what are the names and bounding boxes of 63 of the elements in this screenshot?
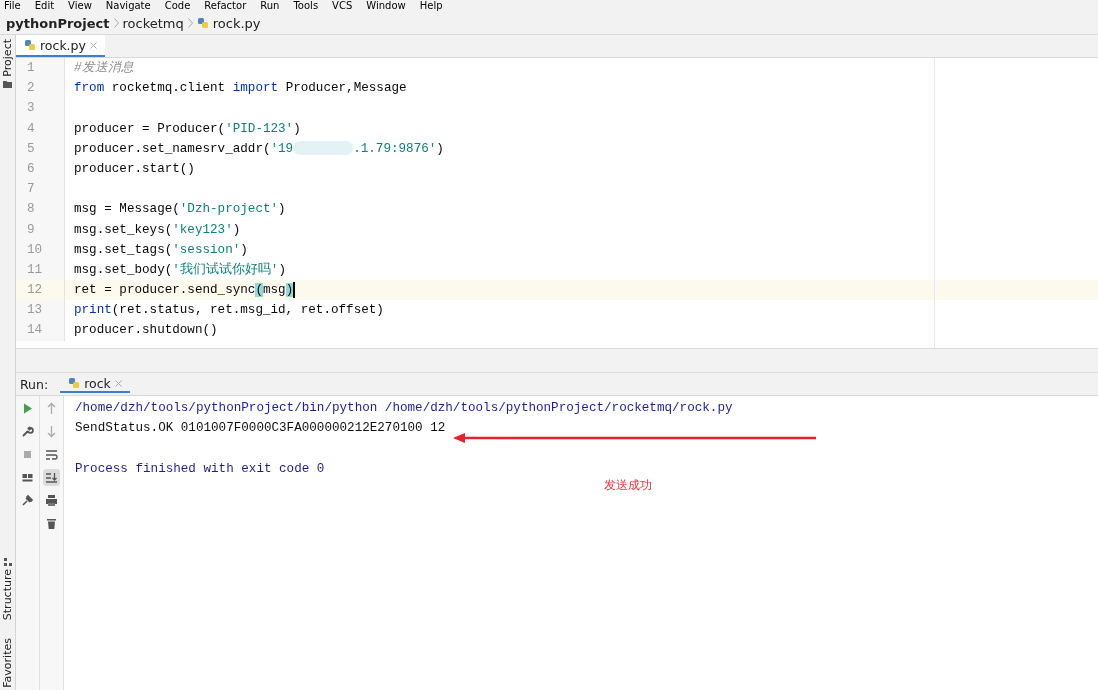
folder-icon <box>3 79 12 88</box>
line-number: 13 <box>27 303 43 318</box>
console-line: SendStatus.OK 0101007F0000C3FA000000212E270100 12 <box>75 421 446 436</box>
tool-window-tab[interactable]: Favorites <box>1 638 14 688</box>
line-number: 9 <box>27 222 35 237</box>
breadcrumb[interactable]: pythonProject <box>6 15 110 31</box>
line-number: 11 <box>27 262 43 277</box>
run-panel-title: Run: <box>20 376 49 392</box>
close-icon[interactable] <box>89 41 97 49</box>
python-file-icon <box>24 39 36 51</box>
annotation-text: 发送成功 <box>604 477 652 494</box>
line-number: 1 <box>27 61 35 75</box>
tool-window-tab[interactable]: Project <box>1 39 14 77</box>
menu-item[interactable]: Help <box>419 0 443 12</box>
menu-item[interactable]: VCS <box>332 0 353 12</box>
structure-icon <box>3 558 12 567</box>
editor-tab[interactable]: rock.py <box>16 35 105 57</box>
menu-item[interactable]: Tools <box>293 0 319 12</box>
menu-item[interactable]: Edit <box>34 0 55 12</box>
code-line: msg.set_keys('key123') <box>74 222 241 237</box>
code-line: producer = Producer('PID-123') <box>74 121 301 136</box>
breadcrumb[interactable]: rocketmq <box>122 15 184 31</box>
python-file-icon <box>196 17 209 29</box>
chevron-icon <box>187 18 193 28</box>
code-line: msg.set_body('我们试试你好吗') <box>74 262 286 277</box>
menu-item[interactable]: Window <box>366 0 406 12</box>
line-number: 3 <box>27 101 35 116</box>
code-line: #发送消息 <box>74 61 134 75</box>
line-number: 4 <box>27 121 35 136</box>
code-line: producer.start() <box>74 161 195 176</box>
console-line: Process finished with exit code 0 <box>75 461 325 476</box>
code-line: msg = Message('Dzh-project') <box>74 202 286 217</box>
code-line: msg.set_tags('session') <box>74 242 248 257</box>
console-line: /home/dzh/tools/pythonProject/bin/python /home/dzh/tools/pythonProject/rocketmq/rock.py <box>75 401 733 415</box>
breadcrumb[interactable]: rock.py <box>212 15 261 31</box>
run-tab[interactable]: rock <box>60 375 130 393</box>
code-line: from rocketmq.client import Producer,Message <box>74 81 407 96</box>
line-number: 8 <box>27 202 35 217</box>
line-number: 7 <box>27 182 35 197</box>
code-line: producer.shutdown() <box>74 323 218 338</box>
menu-item[interactable]: Run <box>260 0 280 12</box>
chevron-icon <box>113 18 119 28</box>
line-number: 12 <box>27 283 43 298</box>
line-number: 6 <box>27 161 35 176</box>
close-icon[interactable] <box>114 379 122 387</box>
blurred-region <box>293 141 354 156</box>
menu-item[interactable]: File <box>4 0 21 12</box>
menu-item[interactable]: View <box>68 0 92 12</box>
scroll-to-end-icon[interactable] <box>43 469 60 486</box>
line-number: 5 <box>27 141 35 156</box>
tool-window-tab[interactable]: Structure <box>1 569 14 621</box>
code-line: ret = producer.send_sync(msg) <box>74 283 294 298</box>
menu-item[interactable]: Navigate <box>105 0 151 12</box>
menu-item[interactable]: Refactor <box>204 0 247 12</box>
print-icon[interactable] <box>43 492 60 509</box>
python-file-icon <box>68 377 81 389</box>
text-cursor <box>293 281 295 298</box>
code-line: producer.set_namesrv_addr('19 .1.79:9876') <box>74 141 444 156</box>
code-line: print(ret.status, ret.msg_id, ret.offset) <box>74 303 384 318</box>
line-number: 14 <box>27 323 43 338</box>
line-number: 10 <box>27 242 43 257</box>
line-number: 2 <box>27 81 35 96</box>
menu-item[interactable]: Code <box>164 0 191 12</box>
